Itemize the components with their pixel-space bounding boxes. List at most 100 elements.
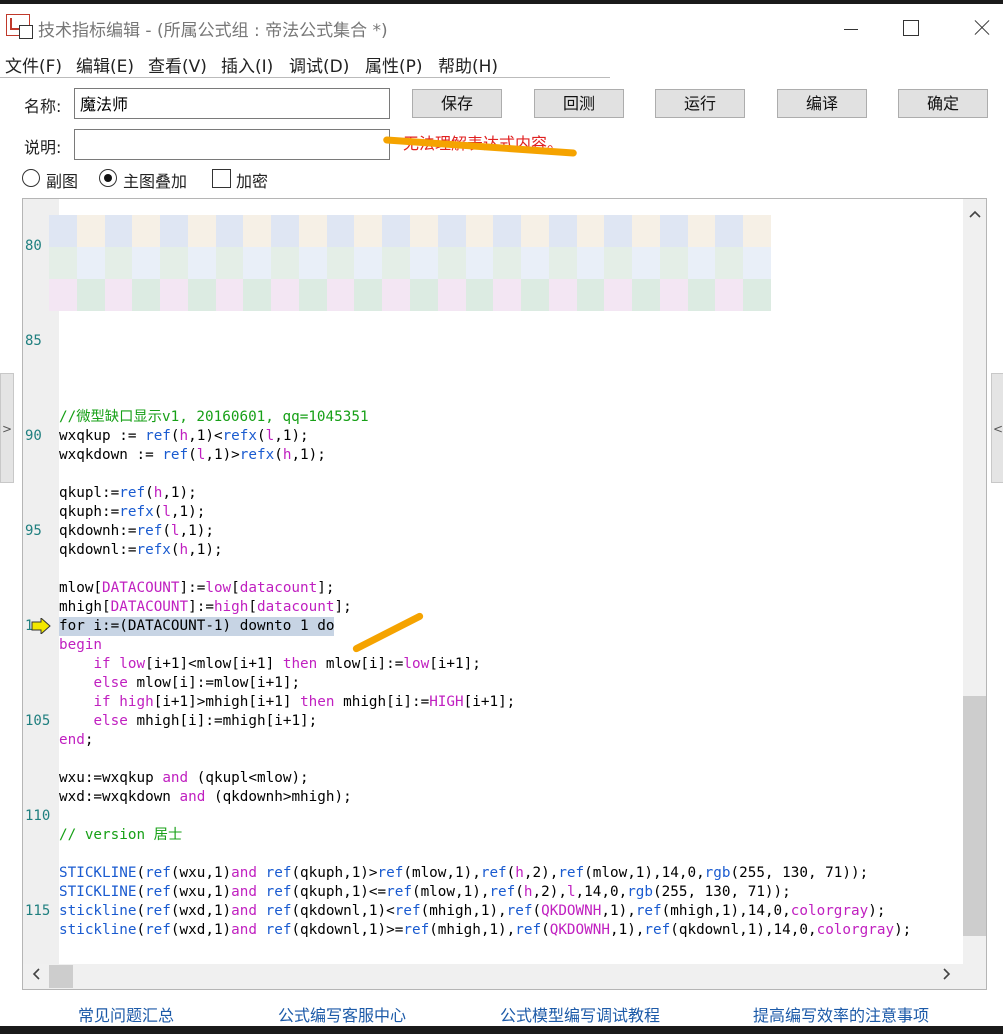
menu-bar: 文件(F) 编辑(E) 查看(V) 插入(I) 调试(D) 属性(P) 帮助(H… — [0, 50, 610, 78]
line-number: 105 — [25, 713, 51, 729]
backtest-button[interactable]: 回测 — [534, 89, 624, 118]
blur-tile — [437, 247, 466, 279]
blur-tile — [243, 247, 272, 279]
radio-subchart[interactable] — [22, 169, 40, 187]
menu-properties[interactable]: 属性(P) — [365, 52, 423, 77]
blur-tile — [298, 247, 327, 279]
window-title: 技术指标编辑 - (所属公式组 : 帝法公式集合 *) — [38, 21, 388, 41]
blur-tile — [215, 247, 244, 279]
blur-tile — [410, 215, 438, 247]
blur-tile — [521, 279, 550, 311]
ok-button[interactable]: 确定 — [898, 89, 988, 118]
line-number: 110 — [25, 808, 51, 824]
blur-tile — [160, 215, 189, 247]
code-line: if low[i+1]<mlow[i+1] then mlow[i]:=low[… — [93, 656, 481, 672]
blur-tile — [298, 215, 327, 247]
blur-tile — [576, 247, 605, 279]
blur-tile — [215, 279, 244, 311]
line-number: 80 — [25, 238, 42, 254]
maximize-button[interactable] — [880, 8, 940, 46]
blur-tile — [437, 279, 466, 311]
blur-tile — [132, 215, 161, 247]
blur-tile — [493, 247, 522, 279]
left-side-tab[interactable]: > — [0, 373, 14, 483]
description-input[interactable] — [74, 129, 390, 160]
name-input[interactable]: 魔法师 — [74, 88, 390, 119]
blur-tile — [132, 247, 161, 279]
code-line: stickline(ref(wxd,1)and ref(qkdownl,1)<r… — [59, 903, 886, 919]
blur-tile — [187, 215, 216, 247]
blur-tile — [104, 247, 133, 279]
line-number: 115 — [25, 903, 51, 919]
blur-tile — [576, 279, 605, 311]
encrypt-checkbox[interactable] — [212, 169, 231, 188]
menu-debug[interactable]: 调试(D) — [289, 52, 349, 77]
name-label: 名称: — [24, 97, 62, 116]
blur-tile — [521, 215, 550, 247]
blur-tile — [104, 279, 133, 311]
blur-tile — [548, 279, 577, 311]
code-line: wxd:=wxqkdown and (qkdownh>mhigh); — [59, 789, 352, 805]
footer-link-support[interactable]: 公式编写客服中心 — [278, 1002, 406, 1026]
save-button[interactable]: 保存 — [412, 89, 502, 118]
code-line: wxu:=wxqkup and (qkupl<mlow); — [59, 770, 309, 786]
blur-tile — [548, 247, 577, 279]
menu-insert[interactable]: 插入(I) — [221, 52, 273, 77]
minimize-button[interactable] — [820, 8, 880, 46]
menu-edit[interactable]: 编辑(E) — [76, 52, 134, 77]
footer-link-faq[interactable]: 常见问题汇总 — [78, 1002, 174, 1026]
blur-tile — [187, 279, 216, 311]
blur-tile — [215, 215, 244, 247]
blur-tile — [187, 247, 216, 279]
footer-link-tutorial[interactable]: 公式模型编写调试教程 — [500, 1002, 660, 1026]
scroll-right-icon[interactable] — [935, 965, 959, 989]
blur-tile — [132, 279, 161, 311]
blur-tile — [160, 279, 189, 311]
radio-main-overlay[interactable] — [99, 169, 117, 187]
blur-tile — [465, 247, 494, 279]
menu-view[interactable]: 查看(V) — [148, 52, 207, 77]
code-editor[interactable]: 80 85 90 95 1 105 110 115 //微型缺口显示v1, 20… — [22, 198, 987, 990]
close-button[interactable] — [950, 8, 1003, 46]
scrollbar-corner — [963, 964, 986, 989]
menu-help[interactable]: 帮助(H) — [438, 52, 498, 77]
right-side-tab[interactable]: < — [991, 373, 1003, 483]
code-line: begin — [59, 637, 103, 653]
code-line: qkupl:=ref(h,1); — [59, 485, 197, 501]
blur-tile — [632, 279, 661, 311]
blur-tile — [49, 215, 77, 247]
blur-tile — [743, 279, 772, 311]
app-icon — [6, 14, 33, 39]
scroll-left-icon[interactable] — [24, 965, 48, 989]
blur-tile — [382, 215, 411, 247]
vertical-scrollbar[interactable] — [963, 199, 986, 964]
horizontal-scrollbar[interactable] — [23, 964, 963, 989]
blur-tile — [354, 279, 383, 311]
blur-tile — [354, 247, 383, 279]
blur-tile — [687, 279, 716, 311]
blur-tile — [465, 215, 494, 247]
vertical-scroll-thumb[interactable] — [963, 696, 986, 936]
description-label: 说明: — [24, 138, 62, 157]
blur-tile — [76, 247, 105, 279]
scroll-up-icon[interactable] — [963, 203, 986, 227]
run-button[interactable]: 运行 — [655, 89, 745, 118]
code-line: mhigh[DATACOUNT]:=high[datacount]; — [59, 599, 352, 615]
blur-tile — [160, 247, 189, 279]
line-number: 85 — [25, 333, 42, 349]
blur-tile — [576, 215, 605, 247]
blur-tile — [521, 247, 550, 279]
code-line: end; — [59, 732, 94, 748]
compile-button[interactable]: 编译 — [777, 89, 867, 118]
blur-tile — [659, 247, 688, 279]
blur-tile — [382, 247, 411, 279]
horizontal-scroll-thumb[interactable] — [49, 965, 73, 988]
blur-tile — [410, 247, 438, 279]
blur-tile — [243, 215, 272, 247]
blur-tile — [271, 215, 300, 247]
blur-tile — [715, 279, 744, 311]
title-bar: 技术指标编辑 - (所属公式组 : 帝法公式集合 *) — [0, 4, 1003, 46]
blur-tile — [659, 279, 688, 311]
footer-link-tips[interactable]: 提高编写效率的注意事项 — [753, 1002, 929, 1026]
menu-file[interactable]: 文件(F) — [5, 52, 62, 77]
